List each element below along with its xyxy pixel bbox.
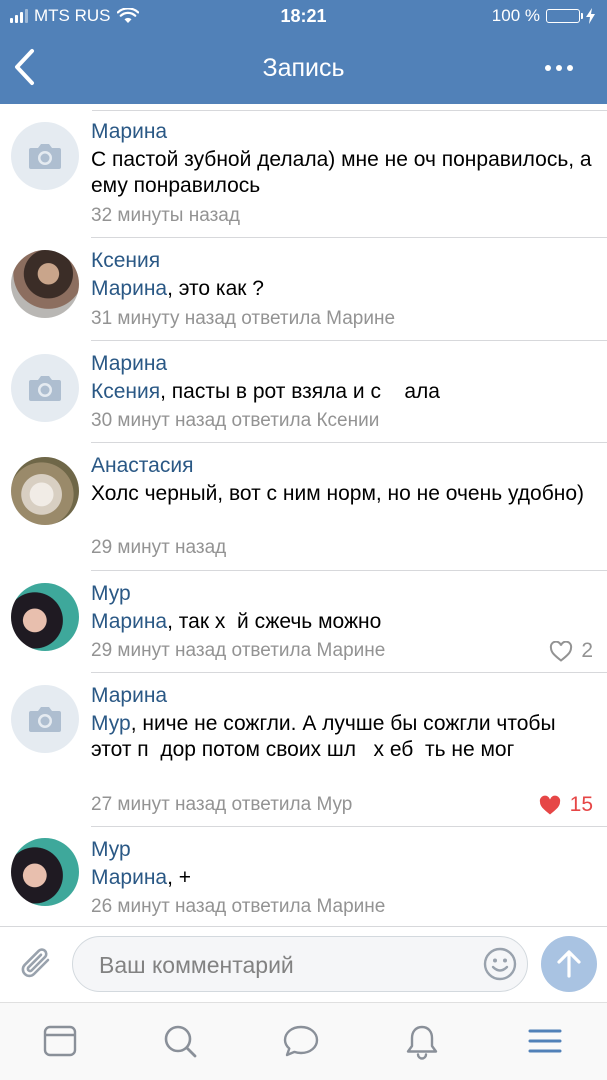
tab-newsfeed[interactable]	[42, 1023, 82, 1063]
comment-item[interactable]: Марина С пастой зубной делала) мне не оч…	[0, 104, 607, 238]
comment-text: Ксения, пасты в рот взяла и с ала	[91, 379, 595, 405]
smile-icon	[483, 947, 517, 981]
search-icon	[164, 1025, 197, 1058]
reply-mention[interactable]: Мур	[91, 712, 131, 735]
comment-text: Мур, ниче не сожгли. А лучше бы сожгли ч…	[91, 711, 595, 763]
comment-text: С пастой зубной делала) мне не оч понрав…	[91, 147, 595, 199]
comment-timestamp: 29 минут назад	[91, 537, 227, 558]
like-button[interactable]: 15	[538, 793, 593, 817]
avatar[interactable]	[11, 250, 79, 318]
camera-icon	[29, 144, 61, 169]
more-options-button[interactable]	[539, 56, 579, 80]
avatar[interactable]	[11, 457, 79, 525]
comment-text: Холс черный, вот с ним норм, но не очень…	[91, 481, 595, 507]
avatar[interactable]	[11, 583, 79, 651]
comment-composer	[0, 926, 607, 1002]
battery-group: 100 %	[492, 6, 595, 26]
comment-timestamp: 29 минут назад ответила Марине	[91, 640, 386, 661]
tab-bar	[0, 1002, 607, 1080]
comment-author[interactable]: Марина	[91, 352, 167, 376]
comment-body: , +	[167, 866, 192, 889]
avatar-placeholder[interactable]	[11, 354, 79, 422]
notifications-icon	[406, 1025, 438, 1060]
heart-outline-icon	[550, 640, 573, 662]
send-button[interactable]	[541, 936, 597, 992]
comment-item[interactable]: Ксения Марина, это как ? 31 минуту назад…	[0, 238, 607, 341]
comment-timestamp: 32 минуты назад	[91, 205, 240, 226]
paperclip-icon	[21, 948, 50, 978]
status-bar: MTS RUS 18:21 100 %	[0, 0, 607, 32]
avatar[interactable]	[11, 838, 79, 906]
comment-author[interactable]: Марина	[91, 120, 167, 144]
tab-menu[interactable]	[527, 1023, 567, 1063]
battery-icon	[546, 9, 583, 23]
comment-author[interactable]: Мур	[91, 838, 131, 862]
tab-notifications[interactable]	[404, 1023, 444, 1063]
comment-input-wrapper	[72, 936, 528, 992]
comment-text: Марина, +	[91, 865, 595, 891]
comment-body: С пастой зубной делала) мне не оч понрав…	[91, 148, 592, 197]
comment-timestamp: 26 минут назад ответила Марине	[91, 896, 386, 917]
comment-text: Марина, это как ?	[91, 276, 595, 302]
arrow-up-icon	[557, 950, 581, 978]
comment-body: , пасты в рот взяла и с ала	[160, 380, 440, 403]
comment-timestamp: 31 минуту назад ответила Марине	[91, 308, 396, 329]
comment-item[interactable]: Мур Марина, так х й сжечь можно 29 минут…	[0, 571, 607, 673]
heart-filled-icon	[539, 795, 560, 814]
menu-icon	[528, 1029, 562, 1053]
battery-percent: 100 %	[491, 6, 540, 25]
charging-bolt-icon	[586, 8, 595, 24]
camera-icon	[29, 707, 61, 732]
comment-body: , так х й сжечь можно	[167, 610, 382, 633]
comment-author[interactable]: Марина	[91, 684, 167, 708]
comment-timestamp: 30 минут назад ответила Ксении	[91, 410, 380, 431]
comment-item[interactable]: Марина Ксения, пасты в рот взяла и с ала…	[0, 341, 607, 443]
comment-item[interactable]: Марина Мур, ниче не сожгли. А лучше бы с…	[0, 673, 607, 827]
comment-item[interactable]: Анастасия Холс черный, вот с ним норм, н…	[0, 443, 607, 571]
comment-author[interactable]: Мур	[91, 582, 131, 606]
attach-button[interactable]	[18, 943, 56, 983]
nav-bar: Запись	[0, 32, 607, 104]
comment-input[interactable]	[97, 949, 481, 981]
comment-timestamp: 27 минут назад ответила Мур	[91, 794, 353, 815]
more-horizontal-icon	[545, 65, 551, 71]
like-count: 15	[569, 793, 593, 816]
tab-search[interactable]	[162, 1023, 202, 1063]
emoji-button[interactable]	[483, 947, 517, 981]
like-count: 2	[581, 639, 593, 662]
comment-author[interactable]: Ксения	[91, 249, 160, 273]
comment-text: Марина, так х й сжечь можно	[91, 609, 595, 635]
reply-mention[interactable]: Марина	[91, 277, 167, 300]
reply-mention[interactable]: Марина	[91, 610, 167, 633]
comment-item[interactable]: Мур Марина, + 26 минут назад ответила Ма…	[0, 827, 607, 926]
reply-mention[interactable]: Марина	[91, 866, 167, 889]
avatar-placeholder[interactable]	[11, 122, 79, 190]
comment-body: Холс черный, вот с ним норм, но не очень…	[91, 482, 585, 505]
messages-icon	[283, 1025, 319, 1057]
comment-body: , ниче не сожгли. А лучше бы сожгли чтоб…	[91, 712, 562, 761]
tab-messages[interactable]	[282, 1023, 322, 1063]
avatar-placeholder[interactable]	[11, 685, 79, 753]
camera-icon	[29, 376, 61, 401]
reply-mention[interactable]: Ксения	[91, 380, 160, 403]
comments-list[interactable]: Марина С пастой зубной делала) мне не оч…	[0, 104, 607, 926]
page-title: Запись	[262, 54, 345, 82]
like-button[interactable]: 2	[549, 639, 593, 663]
newsfeed-icon	[43, 1025, 77, 1057]
comment-body: , это как ?	[167, 277, 264, 300]
comment-author[interactable]: Анастасия	[91, 454, 193, 478]
